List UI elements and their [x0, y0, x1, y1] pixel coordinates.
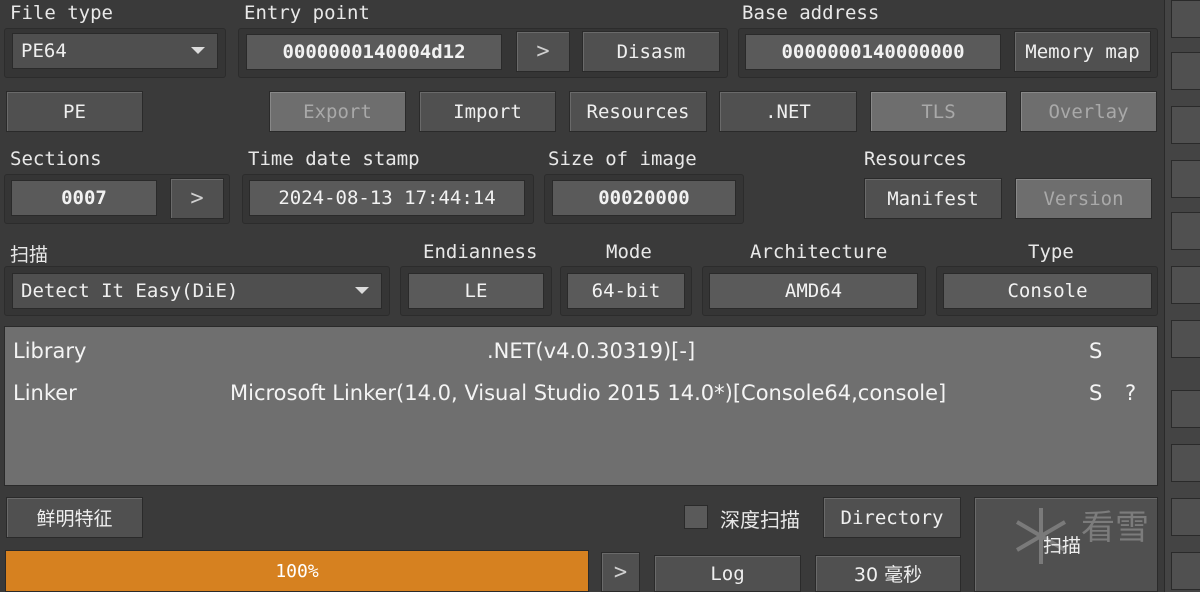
side-button[interactable]: [1171, 444, 1200, 482]
export-button[interactable]: Export: [269, 91, 406, 132]
side-button[interactable]: [1171, 320, 1200, 358]
side-button[interactable]: [1171, 160, 1200, 198]
log-go-button[interactable]: >: [601, 552, 640, 592]
side-button[interactable]: [1171, 390, 1200, 428]
mode-label: Mode: [606, 241, 652, 263]
time-date-stamp-field[interactable]: 2024-08-13 17:44:14: [249, 180, 525, 216]
log-button[interactable]: Log: [654, 555, 801, 592]
entry-point-go-button[interactable]: >: [516, 31, 570, 72]
directory-button[interactable]: Directory: [823, 497, 961, 538]
chevron-down-icon: [191, 47, 205, 54]
scan-label: 扫描: [10, 244, 49, 266]
chevron-right-icon: >: [190, 186, 204, 211]
base-address-field[interactable]: 0000000140000000: [745, 34, 1001, 70]
disasm-button[interactable]: Disasm: [582, 31, 720, 72]
deep-scan-checkbox[interactable]: [684, 505, 708, 529]
resources-button[interactable]: Resources: [569, 91, 707, 132]
import-button[interactable]: Import: [419, 91, 556, 132]
overlay-button[interactable]: Overlay: [1020, 91, 1157, 132]
file-type-select[interactable]: PE64: [12, 33, 218, 69]
dotnet-button[interactable]: .NET: [719, 91, 857, 132]
elapsed-time-label: 30 毫秒: [815, 555, 961, 592]
endianness-field[interactable]: LE: [408, 273, 544, 309]
chevron-right-icon: >: [536, 39, 550, 64]
chevron-down-icon: [355, 287, 369, 294]
architecture-field[interactable]: AMD64: [709, 273, 918, 309]
result-extra[interactable]: ?: [1125, 373, 1136, 413]
scan-progress-bar: 100%: [5, 550, 589, 592]
result-flag[interactable]: S: [1089, 373, 1102, 413]
memory-map-button[interactable]: Memory map: [1014, 31, 1151, 72]
scan-engine-select[interactable]: Detect It Easy(DiE): [12, 273, 382, 309]
pe-button[interactable]: PE: [6, 91, 143, 132]
manifest-button[interactable]: Manifest: [864, 178, 1002, 219]
side-button[interactable]: [1171, 266, 1200, 304]
entry-point-label: Entry point: [244, 2, 370, 24]
scan-button-label: 扫描: [1042, 535, 1081, 557]
sections-go-button[interactable]: >: [170, 178, 224, 219]
scan-engine-value: Detect It Easy(DiE): [21, 280, 239, 302]
base-address-label: Base address: [742, 2, 880, 24]
result-kind: Linker: [13, 381, 77, 405]
chevron-right-icon: >: [613, 559, 628, 585]
result-name: Microsoft Linker(14.0, Visual Studio 201…: [230, 381, 947, 405]
side-button[interactable]: [1171, 212, 1200, 250]
side-button[interactable]: [1171, 0, 1200, 38]
result-row[interactable]: Library .NET(v4.0.30319)[-] S: [5, 331, 1157, 371]
side-button[interactable]: [1171, 498, 1200, 536]
sections-label: Sections: [10, 148, 102, 170]
size-of-image-field[interactable]: 00020000: [552, 180, 736, 216]
side-button[interactable]: [1171, 106, 1200, 144]
version-button[interactable]: Version: [1015, 178, 1152, 219]
file-type-label: File type: [10, 2, 113, 24]
mode-field[interactable]: 64-bit: [567, 273, 685, 309]
deep-scan-label[interactable]: 深度扫描: [720, 504, 800, 533]
sections-field[interactable]: 0007: [11, 180, 157, 216]
scan-results-panel[interactable]: Library .NET(v4.0.30319)[-] S Linker Mic…: [4, 326, 1158, 486]
time-date-stamp-label: Time date stamp: [248, 148, 420, 170]
scan-button[interactable]: 扫描 看雪: [974, 497, 1158, 592]
right-side-panel: [1164, 0, 1200, 592]
progress-text: 100%: [275, 560, 319, 582]
file-type-value: PE64: [21, 40, 67, 62]
result-flag[interactable]: S: [1089, 331, 1102, 371]
side-button[interactable]: [1171, 52, 1200, 90]
size-of-image-label: Size of image: [548, 148, 697, 170]
result-kind: Library: [13, 339, 87, 363]
endianness-label: Endianness: [423, 241, 538, 263]
type-field[interactable]: Console: [943, 273, 1152, 309]
result-row[interactable]: Linker Microsoft Linker(14.0, Visual Stu…: [5, 373, 1157, 413]
side-button[interactable]: [1171, 552, 1200, 590]
watermark-text: 看雪: [1081, 508, 1149, 548]
architecture-label: Architecture: [750, 241, 888, 263]
result-name: .NET(v4.0.30319)[-]: [487, 339, 696, 363]
signatures-button[interactable]: 鲜明特征: [6, 497, 143, 538]
tls-button[interactable]: TLS: [870, 91, 1007, 132]
entry-point-field[interactable]: 0000000140004d12: [246, 34, 502, 70]
resources-panel-label: Resources: [864, 148, 967, 170]
type-label: Type: [1028, 241, 1074, 263]
